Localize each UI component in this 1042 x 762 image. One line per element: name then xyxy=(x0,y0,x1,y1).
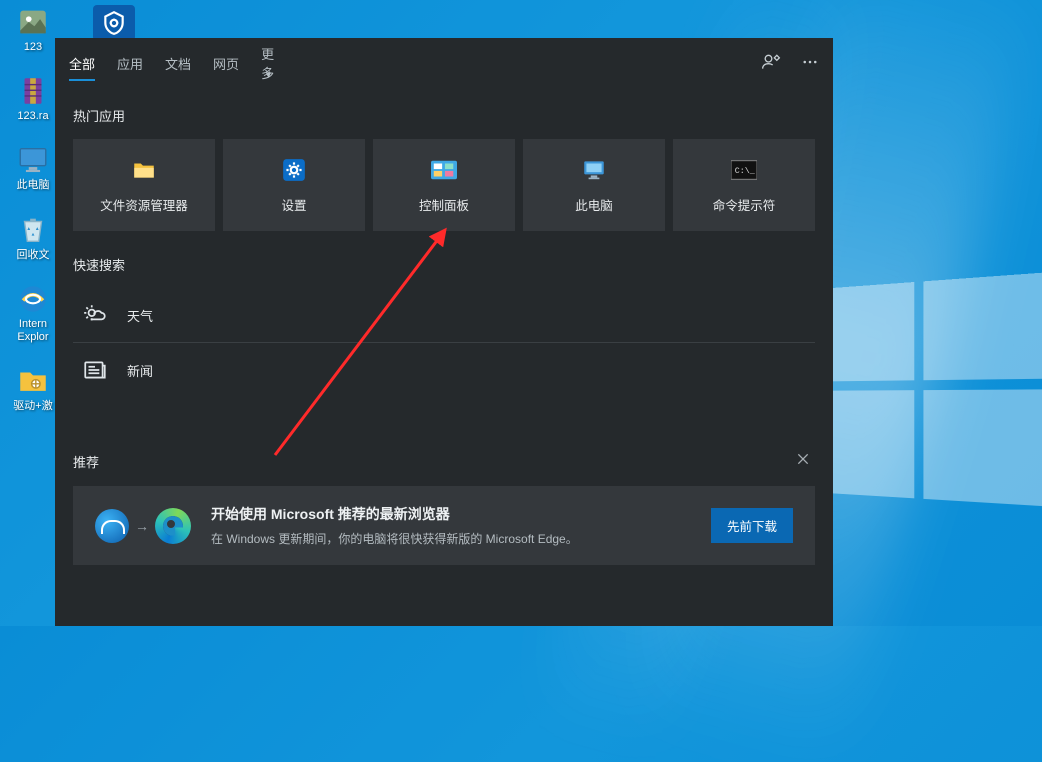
app-label: 此电脑 xyxy=(575,195,613,214)
news-icon xyxy=(81,357,109,383)
desktop-icon-label: 此电脑 xyxy=(17,179,50,192)
app-label: 命令提示符 xyxy=(713,195,776,214)
quick-search-list: 天气 新闻 xyxy=(73,288,815,397)
desktop-icon-this-pc[interactable]: 此电脑 xyxy=(10,143,56,192)
recommend-title: 开始使用 Microsoft 推荐的最新浏览器 xyxy=(211,504,691,524)
desktop-icon-label: 回收文 xyxy=(17,249,50,262)
edge-upgrade-icon: → xyxy=(95,508,191,544)
quick-weather[interactable]: 天气 xyxy=(73,288,815,343)
app-label: 文件资源管理器 xyxy=(100,195,188,214)
section-recommend-title: 推荐 xyxy=(73,452,99,471)
recommend-section: 推荐 → 开始使用 Microsoft 推荐的最新浏览器 在 Windows 更… xyxy=(73,447,815,565)
this-pc-icon xyxy=(581,157,607,183)
desktop-icon-recycle-bin[interactable]: 回收文 xyxy=(10,213,56,262)
image-file-icon xyxy=(16,5,50,39)
desktop-icon-label: 123.ra xyxy=(17,110,48,123)
download-button[interactable]: 先前下载 xyxy=(711,508,793,543)
app-file-explorer[interactable]: 文件资源管理器 xyxy=(73,139,215,231)
internet-explorer-icon xyxy=(16,282,50,316)
settings-gear-icon xyxy=(281,157,307,183)
driver-folder-icon xyxy=(16,364,50,398)
svg-text:C:\_: C:\_ xyxy=(735,165,756,175)
this-pc-icon xyxy=(16,143,50,177)
taskbar-app-icon[interactable] xyxy=(93,5,135,41)
app-label: 设置 xyxy=(281,195,306,214)
edge-legacy-icon xyxy=(95,509,129,543)
app-control-panel[interactable]: 控制面板 xyxy=(373,139,515,231)
windows-logo-wallpaper xyxy=(812,269,1042,531)
desktop-icon-folder[interactable]: 123 xyxy=(10,5,56,54)
close-icon[interactable] xyxy=(791,447,815,476)
recommend-card: → 开始使用 Microsoft 推荐的最新浏览器 在 Windows 更新期间… xyxy=(73,486,815,565)
control-panel-icon xyxy=(431,157,457,183)
recommend-subtitle: 在 Windows 更新期间，你的电脑将很快获得新版的 Microsoft Ed… xyxy=(211,530,691,547)
desktop-icon-ie[interactable]: Intern Explor xyxy=(10,282,56,344)
tab-more[interactable]: 更多 ▾ xyxy=(261,28,284,98)
more-options-icon[interactable] xyxy=(801,53,819,74)
quick-label: 新闻 xyxy=(127,361,153,380)
desktop-icon-rar[interactable]: 123.ra xyxy=(10,74,56,123)
tab-apps[interactable]: 应用 xyxy=(117,38,143,89)
quick-label: 天气 xyxy=(127,306,153,325)
app-settings[interactable]: 设置 xyxy=(223,139,365,231)
tab-all[interactable]: 全部 xyxy=(69,38,95,89)
section-quick-search-title: 快速搜索 xyxy=(73,255,815,274)
app-this-pc[interactable]: 此电脑 xyxy=(523,139,665,231)
chevron-down-icon: ▾ xyxy=(266,69,272,81)
popular-apps-row: 文件资源管理器 设置 控制面板 此电脑 xyxy=(73,139,815,231)
edge-new-icon xyxy=(155,508,191,544)
section-popular-apps-title: 热门应用 xyxy=(73,106,815,125)
quick-news[interactable]: 新闻 xyxy=(73,343,815,397)
desktop-icon-label: 123 xyxy=(24,41,42,54)
start-search-panel: 全部 应用 文档 网页 更多 ▾ 热门应用 文件资源管理器 xyxy=(55,38,833,626)
file-explorer-icon xyxy=(131,157,157,183)
arrow-right-icon: → xyxy=(135,518,149,534)
desktop-icon-column: 123 123.ra 此电脑 回收文 Intern Explor 驱动+激 xyxy=(10,5,56,413)
rar-file-icon xyxy=(16,74,50,108)
app-command-prompt[interactable]: C:\_ 命令提示符 xyxy=(673,139,815,231)
command-prompt-icon: C:\_ xyxy=(731,157,757,183)
recycle-bin-icon xyxy=(16,213,50,247)
weather-icon xyxy=(81,302,109,328)
desktop-icon-driver[interactable]: 驱动+激 xyxy=(10,364,56,413)
desktop-icon-label: 驱动+激 xyxy=(13,400,52,413)
app-label: 控制面板 xyxy=(419,195,469,214)
tab-docs[interactable]: 文档 xyxy=(165,38,191,89)
tab-web[interactable]: 网页 xyxy=(213,38,239,89)
feedback-icon[interactable] xyxy=(761,52,781,75)
search-tabs: 全部 应用 文档 网页 更多 ▾ xyxy=(55,38,833,88)
desktop-icon-label: Intern Explor xyxy=(17,318,48,344)
